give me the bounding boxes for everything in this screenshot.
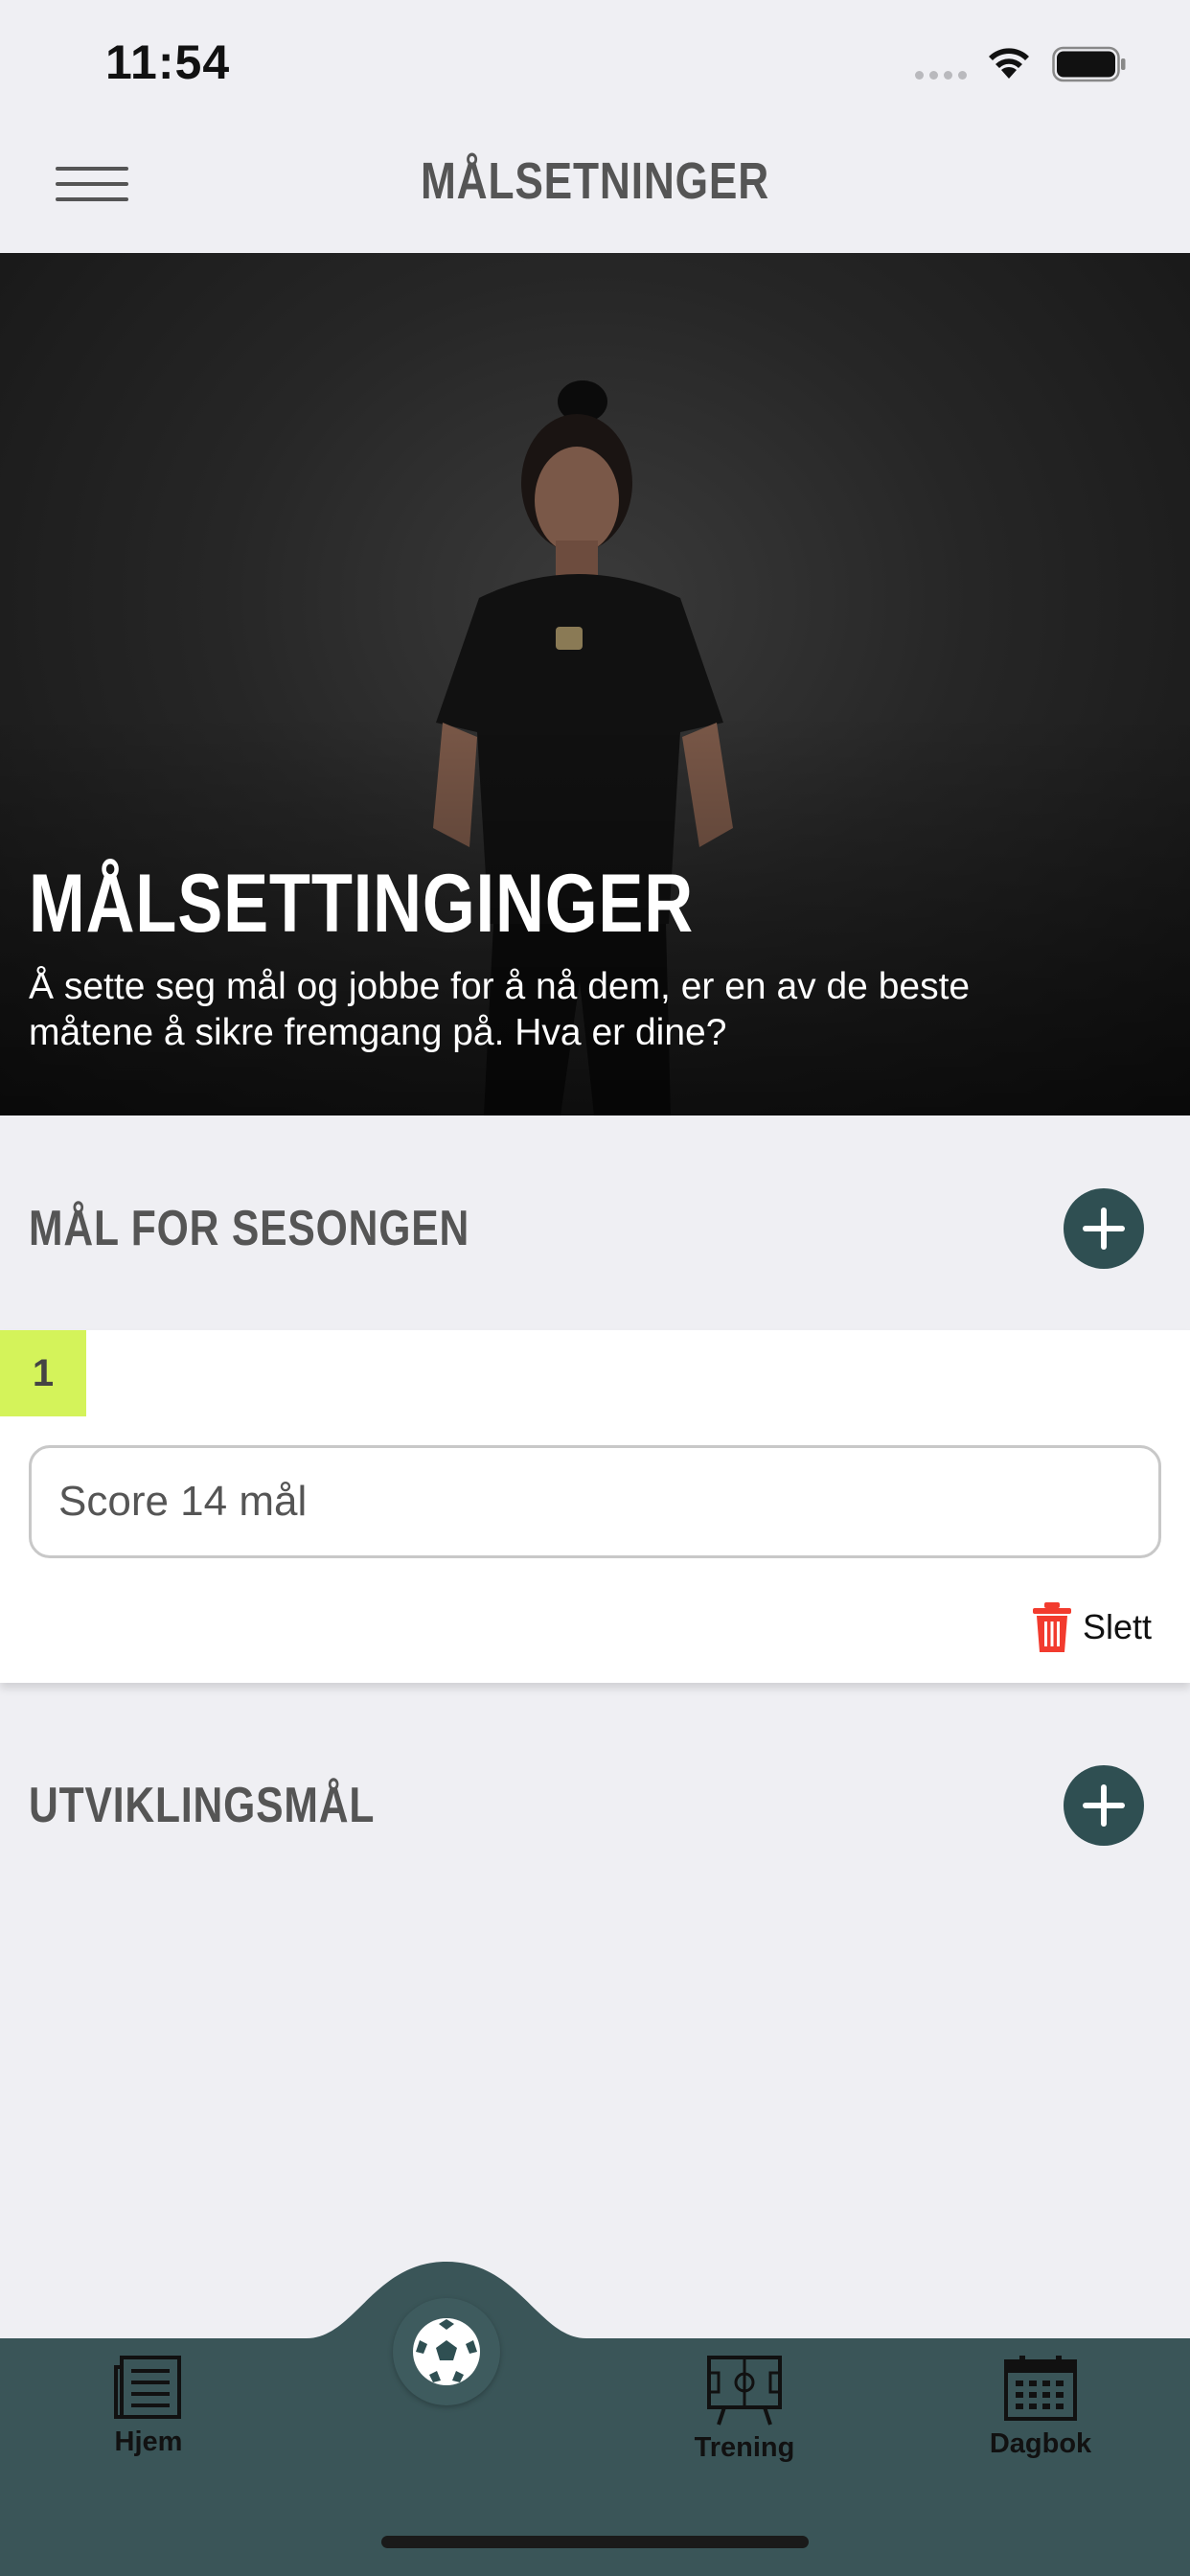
tab-training-label: Trening xyxy=(694,2432,795,2463)
season-goals-title: MÅL FOR SESONGEN xyxy=(29,1201,470,1256)
goal-number-badge: 1 xyxy=(0,1330,86,1416)
tactics-board-icon xyxy=(707,2356,782,2426)
hero-title: MÅLSETTINGINGER xyxy=(29,858,694,950)
goal-text-input[interactable] xyxy=(29,1445,1161,1558)
newspaper-icon xyxy=(114,2356,181,2419)
status-bar: 11:54 xyxy=(0,0,1190,126)
delete-goal-label: Slett xyxy=(1083,1607,1153,1646)
wifi-icon xyxy=(989,48,1029,79)
season-goals-header: MÅL FOR SESONGEN xyxy=(0,1167,1190,1282)
calendar-icon xyxy=(1004,2356,1077,2421)
development-goals-title: UTVIKLINGSMÅL xyxy=(29,1778,376,1833)
tab-training[interactable]: Trening xyxy=(658,2354,831,2464)
tab-diary[interactable]: Dagbok xyxy=(954,2354,1127,2460)
home-indicator[interactable] xyxy=(381,2536,809,2548)
add-season-goal-button[interactable] xyxy=(1064,1188,1144,1269)
status-time: 11:54 xyxy=(105,35,231,89)
tab-home-label: Hjem xyxy=(114,2426,183,2457)
page-title: MÅLSETNINGER xyxy=(420,152,770,210)
football-icon xyxy=(413,2318,480,2385)
hero-description: Å sette seg mål og jobbe for å nå dem, e… xyxy=(29,966,971,1053)
trash-icon xyxy=(1033,1602,1071,1652)
battery-icon xyxy=(1052,46,1126,82)
development-goals-header: UTVIKLINGSMÅL xyxy=(0,1744,1190,1859)
add-development-goal-button[interactable] xyxy=(1064,1765,1144,1846)
tab-home[interactable]: Hjem xyxy=(62,2354,235,2458)
goal-card: 1 Slett xyxy=(0,1330,1190,1683)
tab-diary-label: Dagbok xyxy=(989,2428,1092,2459)
hero-banner: MÅLSETTINGINGER Å sette seg mål og jobbe… xyxy=(0,253,1190,1116)
cellular-signal-icon xyxy=(915,71,967,80)
tab-football[interactable] xyxy=(393,2298,500,2405)
delete-goal-button[interactable]: Slett xyxy=(1031,1598,1152,1656)
